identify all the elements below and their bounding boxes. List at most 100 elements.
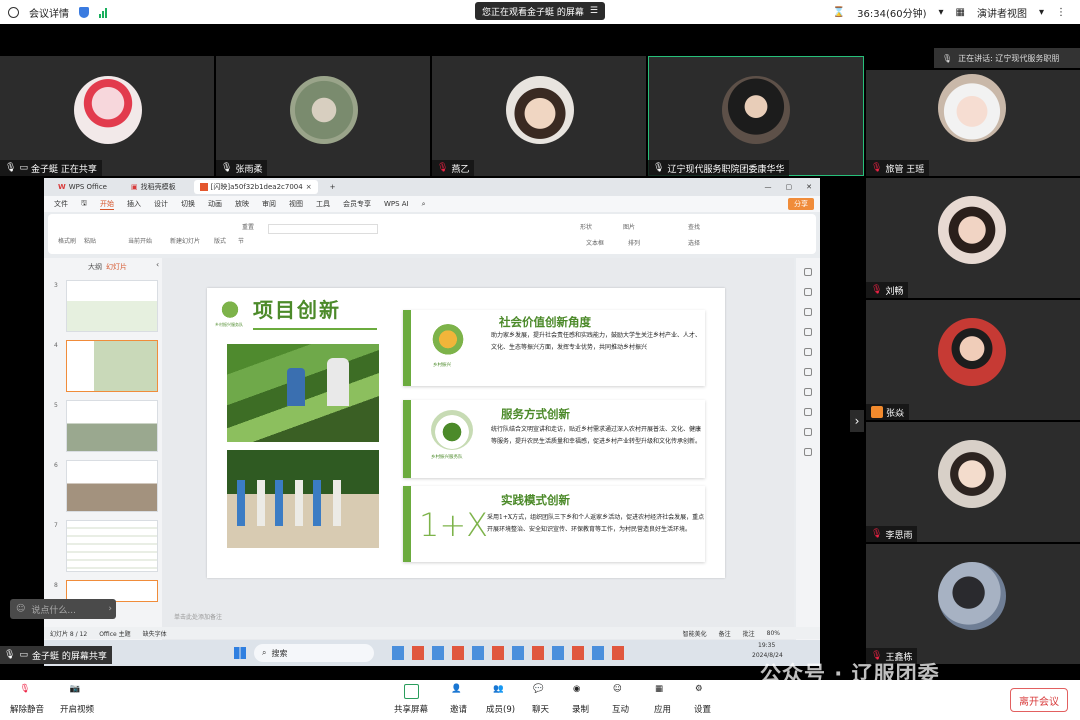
smart-beautify-button[interactable]: 智能美化	[683, 629, 707, 638]
tab-document[interactable]: [闪映]a50f32b1dea2c7004 ×	[193, 180, 318, 194]
find-button[interactable]: 查找	[688, 222, 700, 231]
paste-button[interactable]: 粘贴	[84, 236, 96, 245]
play-from-current-button[interactable]: 当前开始	[128, 236, 152, 245]
help-icon[interactable]	[804, 428, 812, 436]
textbox-button[interactable]: 文本框	[586, 238, 604, 247]
tab-slides[interactable]: 幻灯片	[106, 262, 127, 272]
participant-tile[interactable]: 🎙 李思雨	[866, 422, 1080, 542]
slide-thumbnail-selected[interactable]	[66, 340, 158, 392]
missing-font-label[interactable]: 缺失字体	[143, 629, 167, 638]
section-button[interactable]: 节	[238, 236, 244, 245]
tool-icon[interactable]	[804, 288, 812, 296]
format-painter-button[interactable]: 格式刷	[58, 236, 76, 245]
menu-home[interactable]: 开始	[99, 199, 114, 210]
unmute-button[interactable]: 🎙 解除静音	[10, 684, 44, 715]
slide[interactable]: 乡村振兴服务队 项目创新 乡村振兴 社会价值创新角度 助力家乡发展，提升社会责任…	[207, 288, 725, 578]
arrange-button[interactable]: 排列	[628, 238, 640, 247]
close-icon[interactable]: ×	[306, 183, 312, 191]
tool-icon[interactable]	[804, 408, 812, 416]
shield-icon[interactable]	[79, 7, 89, 18]
share-button[interactable]: 分享	[788, 198, 814, 210]
share-screen-button[interactable]: 共享屏幕	[394, 684, 428, 715]
participant-tile[interactable]: 🎙 张雨柔	[216, 56, 430, 176]
participant-tile[interactable]: 🎙 ▭ 金子蜓 正在共享	[0, 56, 214, 176]
add-tab-icon[interactable]: +	[330, 183, 336, 191]
leave-meeting-button[interactable]: 离开会议	[1010, 688, 1068, 712]
tab-wps-office[interactable]: W WPS Office	[52, 181, 113, 193]
maximize-icon[interactable]: ▢	[786, 183, 793, 191]
apps-button[interactable]: ▦ 应用	[654, 684, 671, 715]
menu-member[interactable]: 会员专享	[343, 199, 371, 209]
menu-animation[interactable]: 动画	[208, 199, 222, 209]
taskbar-app-icons[interactable]	[392, 646, 632, 660]
close-window-icon[interactable]: ✕	[806, 183, 812, 191]
star-icon[interactable]	[804, 308, 812, 316]
search-icon[interactable]: ⌕	[422, 200, 426, 209]
emoji-icon[interactable]: ☺	[16, 604, 25, 614]
minimize-icon[interactable]: —	[765, 183, 772, 191]
participant-tile[interactable]: 张焱	[866, 300, 1080, 420]
slide-thumbnail[interactable]	[66, 400, 158, 452]
tab-templates[interactable]: ▣ 找稻壳模板	[125, 180, 182, 194]
chat-input[interactable]: ☺ 说点什么... ›	[10, 599, 116, 619]
tool-icon[interactable]	[804, 368, 812, 376]
wps-menu-bar: 文件 🖫 开始 插入 设计 切换 动画 放映 审阅 视图 工具 会员专享 WPS…	[44, 196, 820, 212]
record-button[interactable]: ◉ 录制	[572, 684, 589, 715]
menu-insert[interactable]: 插入	[127, 199, 141, 209]
save-icon[interactable]: 🖫	[81, 199, 87, 210]
shape-button[interactable]: 形状	[580, 222, 592, 231]
select-button[interactable]: 选择	[688, 238, 700, 247]
start-video-button[interactable]: 📷 开启视频	[60, 684, 94, 715]
menu-file[interactable]: 文件	[54, 199, 68, 209]
participant-tile[interactable]: 🎙 旅管 王瑶	[866, 70, 1080, 176]
more-icon[interactable]: ⋮	[1056, 7, 1066, 18]
participant-tile[interactable]: 🎙 燕乙	[432, 56, 646, 176]
menu-view[interactable]: 视图	[289, 199, 303, 209]
windows-start-icon[interactable]	[234, 647, 246, 659]
slide-thumbnail[interactable]	[66, 460, 158, 512]
notes-placeholder[interactable]: 单击此处添加备注	[174, 612, 222, 621]
info-icon[interactable]	[8, 7, 19, 18]
menu-review[interactable]: 审阅	[262, 199, 276, 209]
comments-toggle[interactable]: 批注	[743, 629, 755, 638]
new-slide-button[interactable]: 新建幻灯片	[170, 236, 200, 245]
members-button[interactable]: 👥 成员(9)	[486, 684, 515, 715]
tool-icon[interactable]	[804, 348, 812, 356]
chevron-down-icon[interactable]: ▾	[1039, 7, 1044, 18]
chat-button[interactable]: 💬 聊天	[532, 684, 549, 715]
slide-logo-caption: 乡村振兴服务队	[215, 322, 243, 327]
menu-wps-ai[interactable]: WPS AI	[384, 200, 409, 208]
zoom-level[interactable]: 80%	[767, 630, 780, 637]
slide-thumbnail[interactable]	[66, 280, 158, 332]
tab-outline[interactable]: 大纲	[88, 262, 102, 272]
layout-button[interactable]: 版式	[214, 236, 226, 245]
tool-icon[interactable]	[804, 388, 812, 396]
font-select[interactable]	[268, 224, 378, 234]
participant-tile-active[interactable]: 🎙 辽宁现代服务职院团委康华华	[648, 56, 864, 176]
slide-thumbnail[interactable]	[66, 520, 158, 572]
menu-icon[interactable]: ☰	[590, 6, 598, 16]
interact-button[interactable]: ☺ 互动	[612, 684, 629, 715]
signal-icon[interactable]	[99, 7, 107, 18]
menu-slideshow[interactable]: 放映	[235, 199, 249, 209]
collapse-icon[interactable]: ‹	[156, 260, 159, 269]
expand-gallery-button[interactable]: ›	[850, 410, 864, 432]
tool-icon[interactable]	[804, 448, 812, 456]
participant-tile[interactable]: 🎙 王鑫栋	[866, 544, 1080, 664]
taskbar-search[interactable]: ⌕ 搜索	[254, 644, 374, 662]
invite-button[interactable]: 👤 邀请	[450, 684, 467, 715]
settings-button[interactable]: ⚙ 设置	[694, 684, 711, 715]
view-mode-label[interactable]: 演讲者视图	[977, 5, 1027, 20]
tool-icon[interactable]	[804, 328, 812, 336]
menu-transition[interactable]: 切换	[181, 199, 195, 209]
menu-design[interactable]: 设计	[154, 199, 168, 209]
chevron-down-icon[interactable]: ▾	[938, 7, 943, 18]
participant-tile[interactable]: 🎙 刘畅	[866, 178, 1080, 298]
tool-icon[interactable]	[804, 268, 812, 276]
meeting-details-label[interactable]: 会议详情	[29, 5, 69, 20]
picture-button[interactable]: 图片	[623, 222, 635, 231]
menu-tools[interactable]: 工具	[316, 199, 330, 209]
reset-button[interactable]: 重置	[242, 222, 254, 231]
chevron-right-icon[interactable]: ›	[108, 604, 112, 614]
notes-toggle[interactable]: 备注	[719, 629, 731, 638]
